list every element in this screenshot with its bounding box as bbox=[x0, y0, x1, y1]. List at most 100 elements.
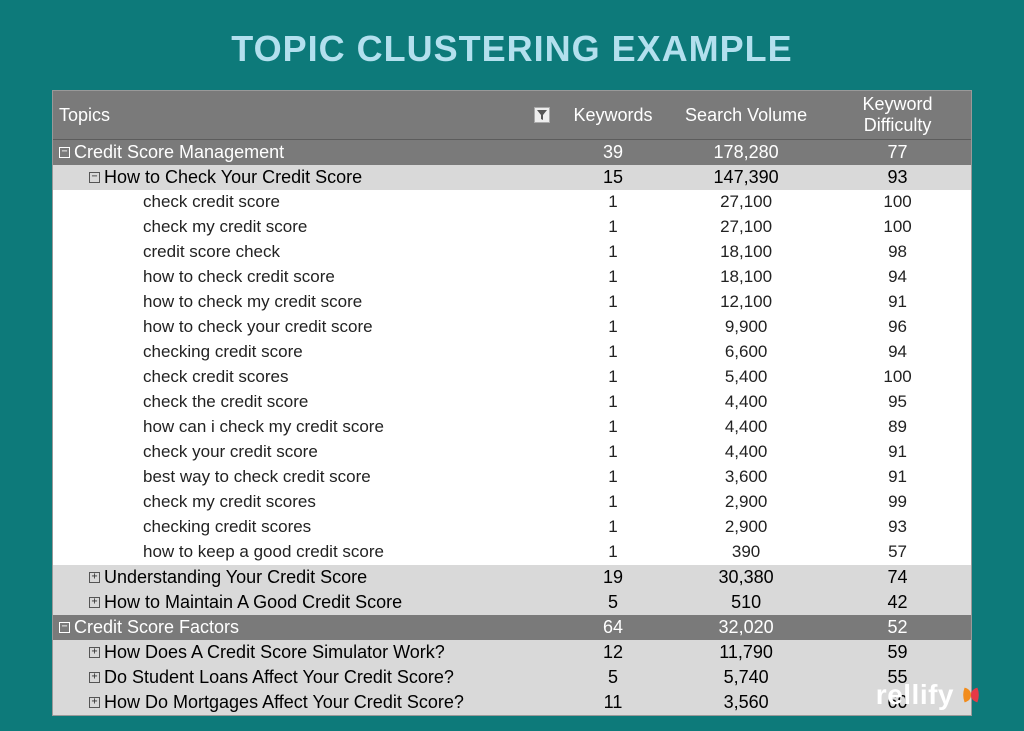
column-header-keyword-difficulty[interactable]: Keyword Difficulty bbox=[824, 91, 971, 140]
search_volume-cell: 6,600 bbox=[668, 340, 824, 365]
expand-icon[interactable]: + bbox=[89, 697, 100, 708]
search_volume-cell: 178,280 bbox=[668, 140, 824, 166]
table-row: how to check your credit score19,90096 bbox=[53, 315, 971, 340]
keywords-cell: 1 bbox=[558, 490, 668, 515]
keywords-cell: 64 bbox=[558, 615, 668, 640]
difficulty-cell: 98 bbox=[824, 240, 971, 265]
table-row: how to check my credit score112,10091 bbox=[53, 290, 971, 315]
search_volume-cell: 3,600 bbox=[668, 465, 824, 490]
topic-label: Credit Score Factors bbox=[74, 617, 239, 637]
search_volume-cell: 27,100 bbox=[668, 215, 824, 240]
topic-label: best way to check credit score bbox=[143, 467, 371, 486]
topic-cell: best way to check credit score bbox=[53, 465, 558, 490]
topic-cell: how to check your credit score bbox=[53, 315, 558, 340]
search_volume-cell: 12,100 bbox=[668, 290, 824, 315]
brand-logo: rellify bbox=[876, 679, 982, 711]
table-row: credit score check118,10098 bbox=[53, 240, 971, 265]
difficulty-cell: 59 bbox=[824, 640, 971, 665]
keywords-cell: 1 bbox=[558, 290, 668, 315]
table-row: checking credit score16,60094 bbox=[53, 340, 971, 365]
topic-label: how to check your credit score bbox=[143, 317, 373, 336]
topic-cell: how can i check my credit score bbox=[53, 415, 558, 440]
topic-cell[interactable]: −How to Check Your Credit Score bbox=[53, 165, 558, 190]
keywords-cell: 1 bbox=[558, 190, 668, 215]
table-row: checking credit scores12,90093 bbox=[53, 515, 971, 540]
difficulty-cell: 89 bbox=[824, 415, 971, 440]
table-row: check my credit score127,100100 bbox=[53, 215, 971, 240]
search_volume-cell: 27,100 bbox=[668, 190, 824, 215]
keywords-cell: 15 bbox=[558, 165, 668, 190]
topic-cell: check my credit score bbox=[53, 215, 558, 240]
expand-icon[interactable]: + bbox=[89, 647, 100, 658]
difficulty-cell: 96 bbox=[824, 315, 971, 340]
table-row: +How Does A Credit Score Simulator Work?… bbox=[53, 640, 971, 665]
search_volume-cell: 510 bbox=[668, 590, 824, 615]
topic-cell: check credit scores bbox=[53, 365, 558, 390]
collapse-icon[interactable]: − bbox=[59, 147, 70, 158]
column-header-keywords[interactable]: Keywords bbox=[558, 91, 668, 140]
topic-cell: check my credit scores bbox=[53, 490, 558, 515]
difficulty-cell: 100 bbox=[824, 365, 971, 390]
search_volume-cell: 2,900 bbox=[668, 490, 824, 515]
topic-cell[interactable]: −Credit Score Management bbox=[53, 140, 558, 166]
column-header-topics[interactable]: Topics bbox=[53, 91, 558, 140]
search_volume-cell: 18,100 bbox=[668, 240, 824, 265]
logo-mark-icon bbox=[960, 684, 982, 706]
topic-cell: check credit score bbox=[53, 190, 558, 215]
difficulty-cell: 95 bbox=[824, 390, 971, 415]
collapse-icon[interactable]: − bbox=[59, 622, 70, 633]
table-row: check your credit score14,40091 bbox=[53, 440, 971, 465]
topic-label: How to Check Your Credit Score bbox=[104, 167, 362, 187]
table-row: how to check credit score118,10094 bbox=[53, 265, 971, 290]
keywords-cell: 1 bbox=[558, 515, 668, 540]
expand-icon[interactable]: + bbox=[89, 572, 100, 583]
topic-cell[interactable]: +Do Student Loans Affect Your Credit Sco… bbox=[53, 665, 558, 690]
topic-label: How to Maintain A Good Credit Score bbox=[104, 592, 402, 612]
topic-cell: how to check credit score bbox=[53, 265, 558, 290]
keywords-cell: 1 bbox=[558, 315, 668, 340]
keywords-cell: 12 bbox=[558, 640, 668, 665]
filter-icon[interactable] bbox=[534, 107, 550, 123]
topic-cell[interactable]: +How Does A Credit Score Simulator Work? bbox=[53, 640, 558, 665]
keywords-cell: 5 bbox=[558, 590, 668, 615]
difficulty-cell: 100 bbox=[824, 215, 971, 240]
topic-label: credit score check bbox=[143, 242, 280, 261]
column-header-search-volume[interactable]: Search Volume bbox=[668, 91, 824, 140]
table-row: how can i check my credit score14,40089 bbox=[53, 415, 971, 440]
topic-cell[interactable]: +Understanding Your Credit Score bbox=[53, 565, 558, 591]
table-row: +Do Student Loans Affect Your Credit Sco… bbox=[53, 665, 971, 690]
search_volume-cell: 4,400 bbox=[668, 415, 824, 440]
table-row: −How to Check Your Credit Score15147,390… bbox=[53, 165, 971, 190]
table-row: how to keep a good credit score139057 bbox=[53, 540, 971, 565]
search_volume-cell: 147,390 bbox=[668, 165, 824, 190]
difficulty-cell: 52 bbox=[824, 615, 971, 640]
difficulty-cell: 94 bbox=[824, 340, 971, 365]
topic-cell[interactable]: + How to Maintain A Good Credit Score bbox=[53, 590, 558, 615]
topic-cell: check the credit score bbox=[53, 390, 558, 415]
topic-cell[interactable]: −Credit Score Factors bbox=[53, 615, 558, 640]
topic-label: check your credit score bbox=[143, 442, 318, 461]
keywords-cell: 1 bbox=[558, 540, 668, 565]
topic-cell: how to check my credit score bbox=[53, 290, 558, 315]
expand-icon[interactable]: + bbox=[89, 672, 100, 683]
search_volume-cell: 390 bbox=[668, 540, 824, 565]
difficulty-cell: 42 bbox=[824, 590, 971, 615]
topic-cell: check your credit score bbox=[53, 440, 558, 465]
search_volume-cell: 32,020 bbox=[668, 615, 824, 640]
keywords-cell: 1 bbox=[558, 390, 668, 415]
difficulty-cell: 94 bbox=[824, 265, 971, 290]
topic-label: check credit scores bbox=[143, 367, 289, 386]
table-row: check credit scores15,400100 bbox=[53, 365, 971, 390]
topic-label: check my credit scores bbox=[143, 492, 316, 511]
page-title: TOPIC CLUSTERING EXAMPLE bbox=[0, 0, 1024, 90]
expand-icon[interactable]: + bbox=[89, 597, 100, 608]
difficulty-cell: 93 bbox=[824, 515, 971, 540]
search_volume-cell: 2,900 bbox=[668, 515, 824, 540]
collapse-icon[interactable]: − bbox=[89, 172, 100, 183]
topic-cell: checking credit score bbox=[53, 340, 558, 365]
topic-cell[interactable]: +How Do Mortgages Affect Your Credit Sco… bbox=[53, 690, 558, 715]
topic-label: check credit score bbox=[143, 192, 280, 211]
difficulty-cell: 77 bbox=[824, 140, 971, 166]
difficulty-cell: 91 bbox=[824, 440, 971, 465]
topic-label: how to check my credit score bbox=[143, 292, 362, 311]
